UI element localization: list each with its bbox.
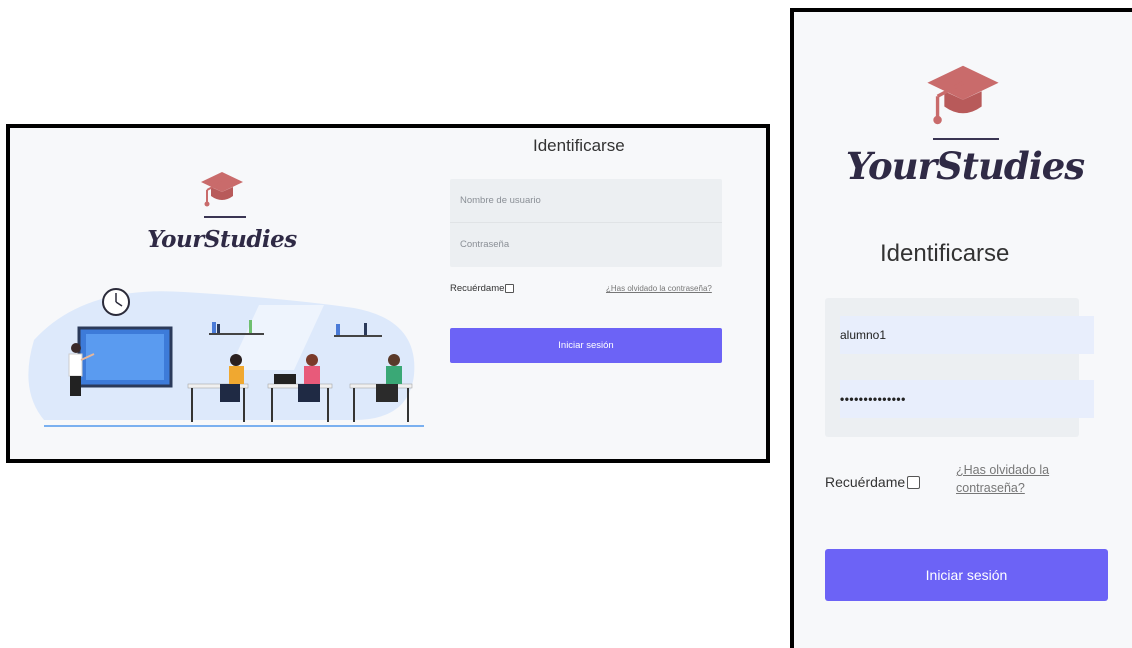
graduation-cap-icon [927,65,999,125]
remember-me: Recuérdame [825,474,921,490]
forgot-password-link[interactable]: ¿Has olvidado la contraseña? [606,284,712,293]
graduation-cap-icon [201,172,243,207]
username-input[interactable]: Nombre de usuario [450,179,722,223]
logo-wordmark: YourStudies [147,226,297,253]
remember-me: Recuérdame [450,283,515,294]
page-title: Identificarse [533,136,625,155]
forgot-password-link[interactable]: ¿Has olvidado la contraseña? [956,461,1066,497]
login-fields-group: Nombre de usuario Contraseña [450,179,722,267]
desktop-login-screen: YourStudies Identificarse Nombre de usua… [6,124,770,463]
classroom-illustration [28,288,424,427]
login-fields-group: alumno1 •••••••••••••• [825,298,1094,437]
password-input[interactable]: •••••••••••••• [840,380,1094,418]
remember-me-checkbox[interactable] [505,284,515,293]
remember-me-checkbox[interactable] [907,475,921,489]
mobile-login-screen: YourStudies Identificarse alumno1 ••••••… [790,8,1132,648]
password-value: •••••••••••••• [840,392,906,406]
remember-me-label: Recuérdame [450,283,505,294]
remember-me-label: Recuérdame [825,474,906,490]
page-title: Identificarse [880,240,1010,267]
logo-wordmark: YourStudies [845,144,1085,188]
login-button[interactable]: Iniciar sesión [450,328,722,363]
username-input[interactable]: alumno1 [840,316,1094,354]
password-input[interactable]: Contraseña [450,223,722,267]
login-button[interactable]: Iniciar sesión [825,549,1108,601]
username-value: alumno1 [840,328,887,342]
logo-divider [933,138,999,140]
logo-divider [204,216,246,218]
